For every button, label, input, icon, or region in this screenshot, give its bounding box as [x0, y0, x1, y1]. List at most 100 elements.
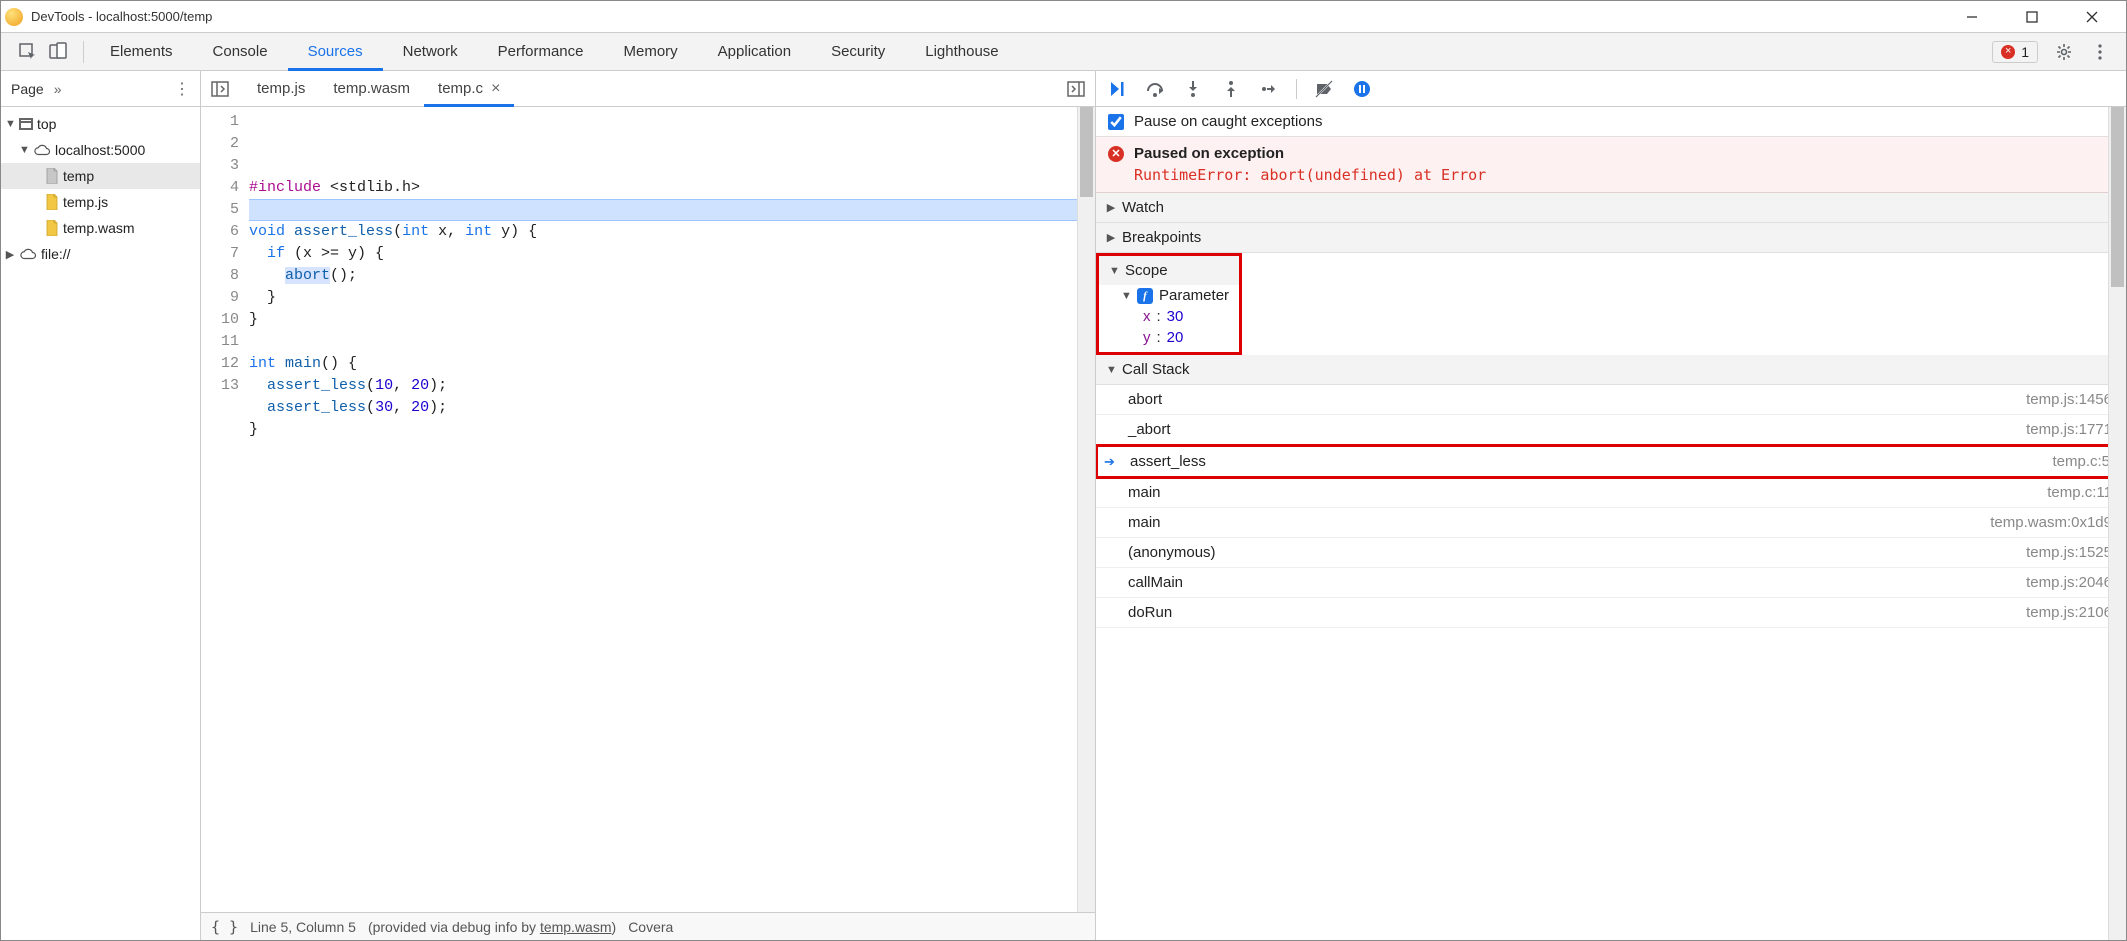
more-menu-icon[interactable]: [2090, 42, 2110, 62]
panel-tab-performance[interactable]: Performance: [478, 33, 604, 71]
tree-label: file://: [41, 246, 71, 262]
settings-gear-icon[interactable]: [2054, 42, 2074, 62]
tree-file-origin[interactable]: ▶ file://: [1, 241, 200, 267]
code-editor[interactable]: 12345678910111213 #include <stdlib.h> vo…: [201, 107, 1095, 912]
deactivate-breakpoints-button[interactable]: [1313, 78, 1335, 100]
section-title: Breakpoints: [1122, 229, 1201, 246]
tree-label: temp.js: [63, 194, 108, 210]
window-maximize-button[interactable]: [2002, 1, 2062, 33]
navigator-more-tabs-icon[interactable]: »: [54, 81, 62, 97]
expand-icon: ▶: [1106, 231, 1116, 244]
tree-label: top: [37, 116, 56, 132]
tree-top-frame[interactable]: ▼ top: [1, 111, 200, 137]
code-area[interactable]: #include <stdlib.h> void assert_less(int…: [249, 107, 1077, 912]
scope-category[interactable]: ▼ f Parameter: [1099, 285, 1239, 306]
resume-button[interactable]: [1106, 78, 1128, 100]
frame-location[interactable]: temp.c:5: [2052, 453, 2110, 470]
callstack-frame[interactable]: callMaintemp.js:2046: [1096, 568, 2126, 598]
debugger-panel: Pause on caught exceptions ✕ Paused on e…: [1096, 71, 2126, 940]
editor-tab[interactable]: temp.js: [243, 71, 319, 107]
frame-location[interactable]: temp.js:2106: [2026, 604, 2112, 621]
frame-location[interactable]: temp.wasm:0x1d9: [1990, 514, 2112, 531]
expand-icon: ▶: [1106, 201, 1116, 214]
frame-function: main: [1110, 514, 1161, 531]
app-icon: [5, 8, 23, 26]
section-title: Scope: [1125, 262, 1168, 279]
error-icon: [2001, 45, 2015, 59]
window-close-button[interactable]: [2062, 1, 2122, 33]
panel-tab-memory[interactable]: Memory: [604, 33, 698, 71]
step-into-button[interactable]: [1182, 78, 1204, 100]
show-debugger-icon[interactable]: [1065, 78, 1087, 100]
scope-variable[interactable]: x: 30: [1099, 306, 1239, 327]
pause-on-caught-label: Pause on caught exceptions: [1134, 113, 1322, 130]
editor-tab[interactable]: temp.wasm: [319, 71, 424, 107]
show-navigator-icon[interactable]: [209, 78, 231, 100]
step-over-button[interactable]: [1144, 78, 1166, 100]
tree-origin[interactable]: ▼ localhost:5000: [1, 137, 200, 163]
panel-tab-sources[interactable]: Sources: [288, 33, 383, 71]
watch-section-header[interactable]: ▶ Watch: [1096, 193, 2126, 223]
pause-exceptions-button[interactable]: [1351, 78, 1373, 100]
devtools-window: DevTools - localhost:5000/temp ElementsC…: [0, 0, 2127, 941]
callstack-frame[interactable]: aborttemp.js:1456: [1096, 385, 2126, 415]
window-titlebar: DevTools - localhost:5000/temp: [1, 1, 2126, 33]
panel-tabbar: ElementsConsoleSourcesNetworkPerformance…: [1, 33, 2126, 71]
scope-section-header[interactable]: ▼ Scope: [1099, 256, 1239, 285]
panel-tab-application[interactable]: Application: [698, 33, 811, 71]
tree-file[interactable]: temp.wasm: [1, 215, 200, 241]
section-title: Watch: [1122, 199, 1164, 216]
frame-function: main: [1110, 484, 1161, 501]
navigator-menu-icon[interactable]: ⋮: [174, 79, 190, 99]
breakpoints-section-header[interactable]: ▶ Breakpoints: [1096, 223, 2126, 253]
callstack-frame[interactable]: doRuntemp.js:2106: [1096, 598, 2126, 628]
panel-tab-console[interactable]: Console: [193, 33, 288, 71]
frame-location[interactable]: temp.js:1456: [2026, 391, 2112, 408]
editor-tabbar: temp.jstemp.wasmtemp.c×: [201, 71, 1095, 107]
tree-file[interactable]: temp.js: [1, 189, 200, 215]
device-mode-icon[interactable]: [47, 41, 69, 63]
frame-location[interactable]: temp.c:11: [2047, 484, 2112, 501]
cursor-position: Line 5, Column 5: [250, 919, 356, 935]
window-minimize-button[interactable]: [1942, 1, 2002, 33]
inspect-element-icon[interactable]: [17, 41, 39, 63]
expand-icon: ▼: [19, 144, 29, 156]
var-value: 20: [1167, 329, 1184, 346]
frame-location[interactable]: temp.js:2046: [2026, 574, 2112, 591]
debug-info-link[interactable]: temp.wasm: [540, 919, 612, 935]
section-title: Call Stack: [1122, 361, 1190, 378]
error-count-pill[interactable]: 1: [1992, 41, 2038, 63]
editor-tab[interactable]: temp.c×: [424, 71, 514, 107]
pretty-print-icon[interactable]: { }: [211, 918, 238, 936]
panel-tab-network[interactable]: Network: [383, 33, 478, 71]
panel-tab-lighthouse[interactable]: Lighthouse: [905, 33, 1018, 71]
navigator-panel: Page » ⋮ ▼ top ▼ localhost:5000 temp temp…: [1, 71, 201, 940]
step-button[interactable]: [1258, 78, 1280, 100]
cloud-icon: [33, 141, 51, 159]
callstack-frame[interactable]: main temp.wasm:0x1d9: [1096, 508, 2126, 538]
step-out-button[interactable]: [1220, 78, 1242, 100]
navigator-tab-page[interactable]: Page: [11, 81, 44, 97]
callstack-frame[interactable]: _abort temp.js:1771: [1096, 415, 2126, 445]
callstack-section-header[interactable]: ▼ Call Stack: [1096, 355, 2126, 385]
callstack-frame[interactable]: (anonymous)temp.js:1525: [1096, 538, 2126, 568]
callstack-frame[interactable]: ➔assert_lesstemp.c:5: [1096, 444, 2126, 479]
frame-location[interactable]: temp.js:1525: [2026, 544, 2112, 561]
frame-location[interactable]: temp.js:1771: [2026, 421, 2112, 438]
callstack-frame[interactable]: main temp.c:11: [1096, 478, 2126, 508]
editor-scrollbar[interactable]: [1077, 107, 1095, 912]
scope-category-label: Parameter: [1159, 287, 1229, 304]
scope-badge-icon: f: [1137, 288, 1153, 304]
debugger-toolbar: [1096, 71, 2126, 107]
pause-on-caught-checkbox[interactable]: [1108, 114, 1124, 130]
tree-label: temp.wasm: [63, 220, 135, 236]
panel-tab-elements[interactable]: Elements: [90, 33, 193, 71]
frame-function: _abort: [1110, 421, 1171, 438]
scope-variable[interactable]: y: 20: [1099, 327, 1239, 348]
close-tab-icon[interactable]: ×: [491, 80, 500, 98]
tree-label: localhost:5000: [55, 142, 145, 158]
coverage-truncated: Covera: [628, 919, 673, 935]
debugger-scrollbar[interactable]: [2108, 107, 2126, 940]
tree-file[interactable]: temp: [1, 163, 200, 189]
panel-tab-security[interactable]: Security: [811, 33, 905, 71]
